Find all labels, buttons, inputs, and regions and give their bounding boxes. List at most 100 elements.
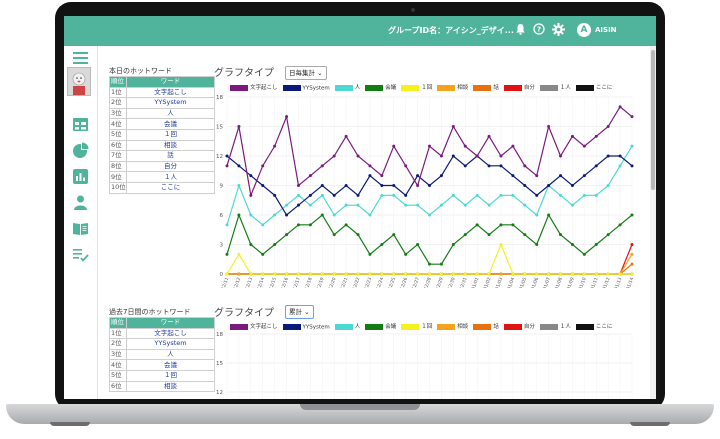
x-tick-label: 12/14 <box>256 277 266 288</box>
data-point <box>308 223 312 227</box>
x-tick-label: 12/29 <box>435 277 445 288</box>
scrollbar[interactable] <box>650 46 656 399</box>
svg-text:?: ? <box>537 26 541 34</box>
data-point <box>463 164 467 168</box>
pie-chart-icon[interactable] <box>72 142 89 159</box>
data-point <box>296 184 300 187</box>
word-cell[interactable]: 人 <box>126 348 215 361</box>
word-cell[interactable]: 会議 <box>126 118 215 130</box>
data-point <box>618 105 622 109</box>
data-point <box>570 272 574 276</box>
data-point <box>320 213 324 217</box>
today-title: 本日のホットワード <box>109 67 172 75</box>
data-point <box>392 144 396 148</box>
rank-cell: 10位 <box>109 181 127 194</box>
word-cell[interactable]: YYSystem <box>126 338 215 350</box>
data-point <box>249 213 253 217</box>
data-point <box>475 223 479 227</box>
data-point <box>463 203 467 207</box>
data-point <box>225 252 229 256</box>
word-cell[interactable]: １人 <box>126 171 215 183</box>
x-tick-label: 12/17 <box>292 277 302 288</box>
y-tick-label: 15 <box>216 125 223 131</box>
rank-cell: 3位 <box>109 348 127 361</box>
rank-cell: 4位 <box>109 118 127 130</box>
word-cell[interactable]: 文字起こし <box>126 327 215 340</box>
word-cell[interactable]: 文字起こし <box>126 86 215 99</box>
word-cell[interactable]: YYSystem <box>126 97 215 109</box>
column-header-word: ワード <box>126 317 215 329</box>
data-point <box>344 134 348 138</box>
data-point <box>499 164 503 168</box>
data-point <box>630 115 634 119</box>
word-cell[interactable]: 話 <box>126 150 215 162</box>
user-name[interactable]: AISIN <box>595 26 617 34</box>
chevron-down-icon: ⌄ <box>304 308 310 316</box>
word-cell[interactable]: 相談 <box>126 380 215 393</box>
data-point <box>225 272 229 276</box>
word-cell[interactable]: 自分 <box>126 160 215 173</box>
word-cell[interactable]: １回 <box>126 369 215 382</box>
bar-chart-icon[interactable] <box>72 168 89 185</box>
data-point <box>582 174 586 178</box>
data-point <box>380 272 384 276</box>
x-tick-label: 12/11 <box>220 277 230 288</box>
x-tick-label: 12/30 <box>447 277 457 288</box>
user-photo[interactable] <box>67 67 91 96</box>
person-icon[interactable] <box>72 194 89 211</box>
table-row: 3位人 <box>109 107 215 120</box>
data-point <box>249 193 253 197</box>
word-cell[interactable]: ここに <box>126 181 215 194</box>
data-point <box>356 203 360 207</box>
data-point <box>630 252 634 256</box>
word-cell[interactable]: １回 <box>126 128 215 141</box>
data-point <box>308 203 312 207</box>
bell-icon[interactable] <box>515 23 526 39</box>
week-title: 過去7日間のホットワード <box>109 308 191 316</box>
x-tick-label: 01/04 <box>506 277 516 288</box>
table-icon[interactable] <box>72 116 89 133</box>
word-cell[interactable]: 人 <box>126 107 215 120</box>
sidebar <box>64 46 98 399</box>
aggregation-select[interactable]: 累計 ⌄ <box>285 305 314 319</box>
graph-type-label: グラフタイプ <box>214 68 274 79</box>
book-icon[interactable] <box>72 220 89 237</box>
data-point <box>285 213 289 217</box>
data-point <box>261 252 265 256</box>
help-icon[interactable]: ? <box>533 23 545 39</box>
table-row: 8位 自分 <box>109 160 215 173</box>
data-point <box>630 243 634 246</box>
x-tick-label: 12/31 <box>459 277 469 288</box>
data-point <box>463 233 467 237</box>
data-point <box>416 184 420 187</box>
data-point <box>511 193 515 197</box>
x-tick-label: 12/18 <box>304 277 314 288</box>
data-point <box>487 203 491 207</box>
data-point <box>511 223 515 227</box>
rank-cell: 5位 <box>109 369 127 382</box>
table-row: 2位 YYSystem <box>109 97 215 109</box>
data-point <box>273 144 277 148</box>
x-tick-label: 01/14 <box>625 277 635 288</box>
scrollbar-thumb[interactable] <box>651 50 655 190</box>
data-point <box>344 223 348 227</box>
data-point <box>523 233 527 237</box>
avatar[interactable]: A <box>577 23 591 37</box>
data-point <box>535 213 539 217</box>
word-cell[interactable]: 相談 <box>126 139 215 152</box>
data-point <box>261 223 265 227</box>
checklist-icon[interactable] <box>72 246 89 263</box>
aggregation-select[interactable]: 日毎集計 ⌄ <box>285 66 327 80</box>
rank-cell: 6位 <box>109 380 127 393</box>
data-point <box>285 115 289 119</box>
gear-icon[interactable] <box>552 23 565 40</box>
word-cell[interactable]: 会議 <box>126 359 215 371</box>
data-point <box>547 125 551 128</box>
data-point <box>261 272 265 276</box>
y-tick-label: 0 <box>220 272 224 278</box>
menu-icon[interactable] <box>72 49 89 66</box>
table-row: 6位 相談 <box>109 139 215 152</box>
data-point <box>559 272 563 276</box>
data-point <box>594 164 598 168</box>
rank-cell: 2位 <box>109 338 127 350</box>
